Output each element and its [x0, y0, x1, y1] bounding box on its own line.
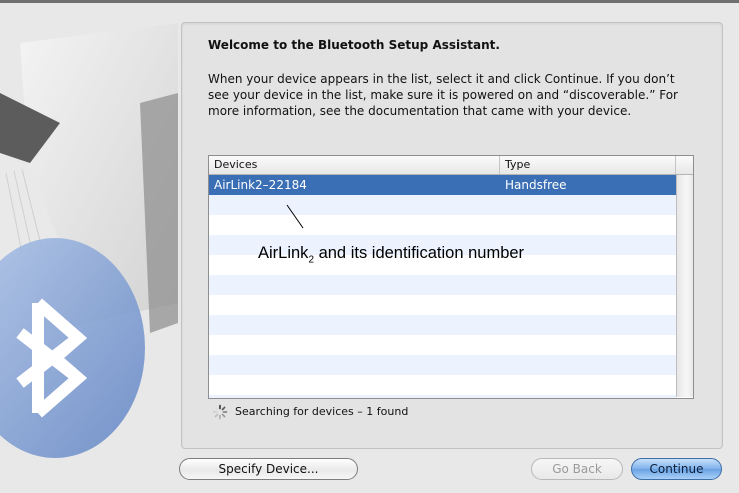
empty-row	[209, 355, 676, 375]
empty-row	[209, 335, 676, 355]
empty-row	[209, 375, 676, 395]
annotation-suffix: and its identification number	[314, 244, 525, 262]
go-back-button[interactable]: Go Back	[531, 458, 623, 480]
device-row[interactable]: AirLink2–22184 Handsfree	[209, 175, 676, 195]
specify-device-button[interactable]: Specify Device...	[179, 458, 358, 480]
column-header-devices[interactable]: Devices	[209, 156, 500, 174]
spinner-icon	[212, 404, 228, 420]
bluetooth-assistant-artwork	[0, 23, 178, 458]
empty-row	[209, 295, 676, 315]
device-type: Handsfree	[505, 178, 567, 192]
empty-row	[209, 195, 676, 215]
column-header-type[interactable]: Type	[501, 156, 676, 174]
empty-row	[209, 215, 676, 235]
annotation-prefix: AirLink	[258, 244, 309, 262]
device-name: AirLink2–22184	[214, 178, 307, 192]
table-header: Devices Type	[209, 156, 693, 175]
empty-row	[209, 315, 676, 335]
page-title: Welcome to the Bluetooth Setup Assistant…	[208, 38, 500, 52]
annotation-label: AirLink2 and its identification number	[258, 244, 524, 265]
instructions-text: When your device appears in the list, se…	[208, 72, 678, 118]
empty-row	[209, 395, 676, 398]
continue-button[interactable]: Continue	[631, 458, 722, 480]
search-status: Searching for devices – 1 found	[235, 405, 409, 418]
vertical-scrollbar[interactable]	[676, 175, 693, 397]
empty-row	[209, 275, 676, 295]
devices-table[interactable]: Devices Type AirLink2–22184 Handsfree	[208, 155, 694, 399]
device-list: AirLink2–22184 Handsfree	[209, 175, 676, 398]
